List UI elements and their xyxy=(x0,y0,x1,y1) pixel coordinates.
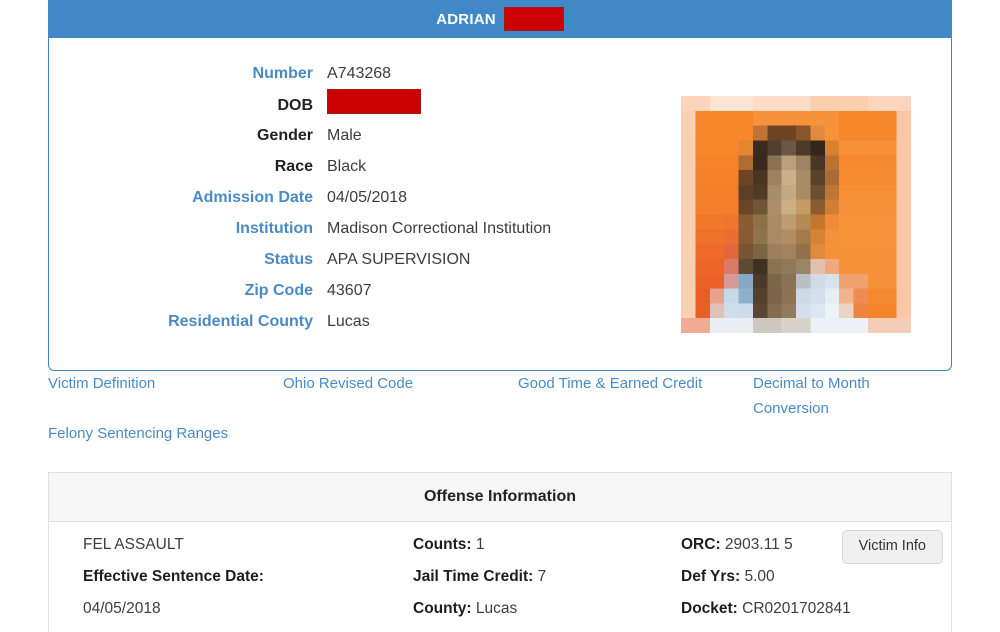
detail-label-number: Number xyxy=(252,65,313,82)
offense-line-1: FEL ASSAULT Counts: 1 ORC: 2903.11 5 xyxy=(83,536,917,568)
def-yrs-label: Def Yrs: xyxy=(681,568,741,585)
offense-counts: Counts: 1 xyxy=(413,536,681,554)
link-felony-sentencing-ranges[interactable]: Felony Sentencing Ranges xyxy=(48,421,283,446)
offender-name: ADRIAN xyxy=(436,10,496,28)
offense-information-table: Offense Information Victim Info FEL ASSA… xyxy=(48,472,952,632)
detail-label-residential-county: Residential County xyxy=(168,313,313,330)
detail-value-zip-code: 43607 xyxy=(327,282,372,299)
detail-value-status: APA SUPERVISION xyxy=(327,251,471,268)
redacted-last-name-block xyxy=(503,7,564,31)
offender-photo-container xyxy=(681,52,911,333)
detail-value-race: Black xyxy=(327,158,367,175)
link-victim-definition[interactable]: Victim Definition xyxy=(48,371,283,421)
detail-value-gender: Male xyxy=(327,127,362,144)
offense-information-title: Offense Information xyxy=(49,473,951,522)
offense-line-3: 04/05/2018 County: Lucas Docket: CR02017… xyxy=(83,600,917,632)
jail-time-credit-label: Jail Time Credit: xyxy=(413,568,534,585)
detail-label-dob: DOB xyxy=(277,97,313,114)
offender-card-body: Number A743268 DOB Gender Male Race Blac… xyxy=(49,38,951,370)
offense-county: County: Lucas xyxy=(413,600,681,618)
docket-value: CR0201702841 xyxy=(742,600,851,617)
detail-label-institution: Institution xyxy=(235,220,313,237)
offender-card-header: ADRIAN xyxy=(48,0,952,38)
detail-value-number: A743268 xyxy=(327,65,392,82)
jail-time-credit: Jail Time Credit: 7 xyxy=(413,568,681,586)
offender-summary-card: ADRIAN Number A743268 DOB Gender Male Ra… xyxy=(48,0,952,371)
counts-value: 1 xyxy=(475,536,485,553)
detail-value-residential-county: Lucas xyxy=(327,313,370,330)
docket-label: Docket: xyxy=(681,600,738,617)
detail-value-institution: Madison Correctional Institution xyxy=(327,220,552,237)
detail-row-admission-date: Admission Date 04/05/2018 xyxy=(49,182,679,213)
jail-time-credit-value: 7 xyxy=(537,568,547,585)
offense-name: FEL ASSAULT xyxy=(83,536,184,553)
redacted-dob-block xyxy=(327,89,421,114)
resource-links: Victim Definition Ohio Revised Code Good… xyxy=(48,371,952,446)
orc-value: 2903.11 5 xyxy=(724,536,793,553)
detail-label-status: Status xyxy=(264,251,313,268)
county-value: Lucas xyxy=(475,600,518,617)
effective-sentence-date-label: Effective Sentence Date: xyxy=(83,568,264,585)
detail-value-admission-date: 04/05/2018 xyxy=(327,189,408,206)
detail-row-institution: Institution Madison Correctional Institu… xyxy=(49,213,679,244)
detail-row-dob: DOB xyxy=(49,89,679,120)
detail-value-dob xyxy=(327,89,421,121)
detail-row-zip-code: Zip Code 43607 xyxy=(49,275,679,306)
offender-detail-list: Number A743268 DOB Gender Male Race Blac… xyxy=(49,52,679,337)
detail-label-race: Race xyxy=(274,158,313,175)
offender-photo xyxy=(681,96,911,333)
def-yrs: Def Yrs: 5.00 xyxy=(681,568,917,586)
detail-row-residential-county: Residential County Lucas xyxy=(49,306,679,337)
detail-label-zip-code: Zip Code xyxy=(244,282,313,299)
victim-info-button[interactable]: Victim Info xyxy=(841,530,943,564)
offender-detail-page: ADRIAN Number A743268 DOB Gender Male Ra… xyxy=(0,0,1000,632)
link-good-time-earned-credit[interactable]: Good Time & Earned Credit xyxy=(518,371,753,421)
county-label: County: xyxy=(413,600,472,617)
detail-row-status: Status APA SUPERVISION xyxy=(49,244,679,275)
detail-row-number: Number A743268 xyxy=(49,58,679,89)
detail-label-gender: Gender xyxy=(256,127,313,144)
def-yrs-value: 5.00 xyxy=(744,568,775,585)
counts-label: Counts: xyxy=(413,536,472,553)
orc-label: ORC: xyxy=(681,536,721,553)
effective-sentence-date: Effective Sentence Date: xyxy=(83,568,413,586)
detail-row-race: Race Black xyxy=(49,151,679,182)
offense-line-2: Effective Sentence Date: Jail Time Credi… xyxy=(83,568,917,600)
link-ohio-revised-code[interactable]: Ohio Revised Code xyxy=(283,371,518,421)
offense-docket: Docket: CR0201702841 xyxy=(681,600,917,618)
detail-label-admission-date: Admission Date xyxy=(192,189,313,206)
link-decimal-to-month-conversion[interactable]: Decimal to Month Conversion xyxy=(753,371,952,421)
detail-row-gender: Gender Male xyxy=(49,120,679,151)
effective-sentence-date-value: 04/05/2018 xyxy=(83,600,161,617)
offense-row: Victim Info FEL ASSAULT Counts: 1 ORC: 2… xyxy=(49,522,951,632)
